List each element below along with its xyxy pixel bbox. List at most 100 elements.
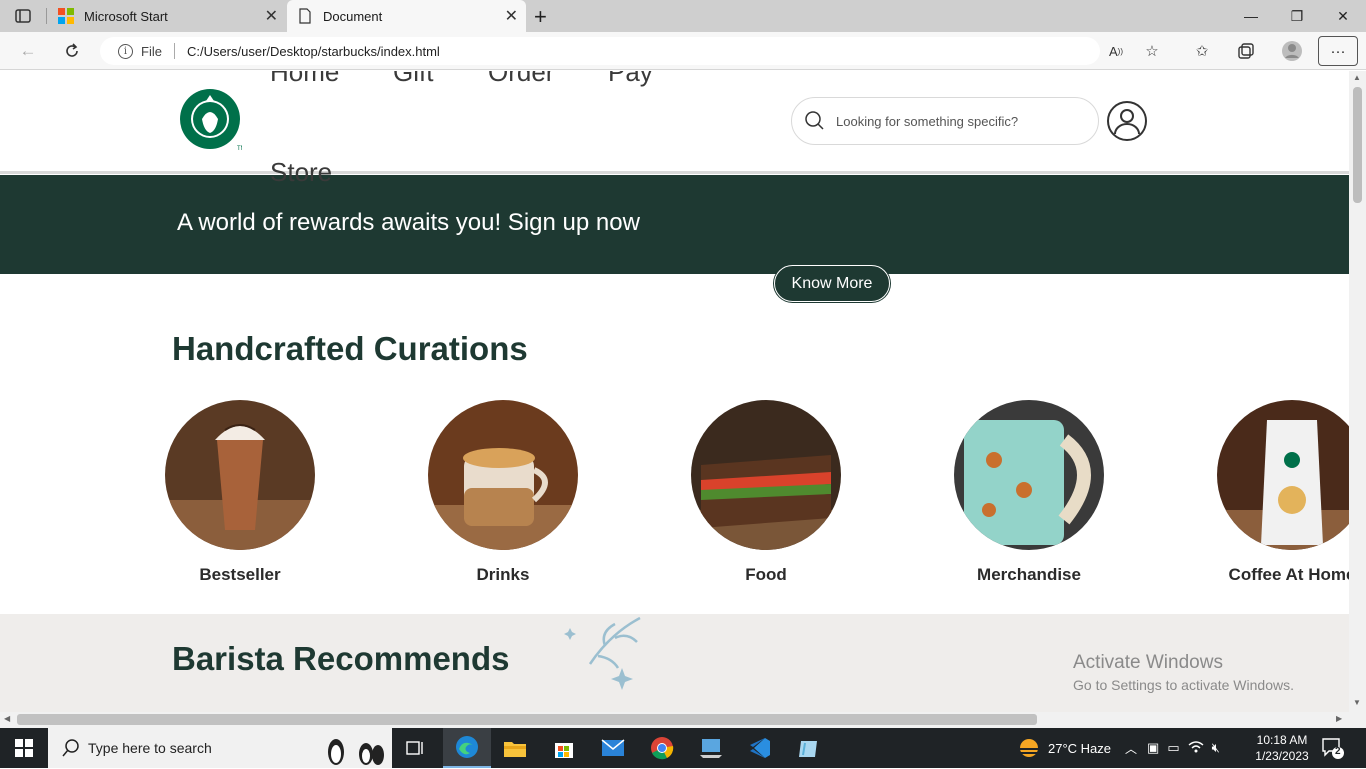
- tab-title: Microsoft Start: [84, 8, 168, 24]
- nav-pay[interactable]: Pay: [608, 71, 653, 88]
- clock[interactable]: 10:18 AM 1/23/2023: [1252, 732, 1312, 764]
- category-label: Food: [745, 565, 787, 584]
- notes-app-icon[interactable]: [785, 728, 833, 768]
- bestseller-image[interactable]: [165, 400, 315, 550]
- penguins-icon: [320, 730, 390, 766]
- starbucks-logo[interactable]: TM: [180, 89, 246, 152]
- drinks-image[interactable]: [428, 400, 578, 550]
- desktop-app-icon[interactable]: [687, 728, 735, 768]
- address-bar[interactable]: i File C:/Users/user/Desktop/starbucks/i…: [100, 37, 1100, 65]
- mail-icon[interactable]: [589, 728, 637, 768]
- nav-home[interactable]: Home: [270, 71, 339, 88]
- add-favorite-icon[interactable]: ☆: [1141, 40, 1163, 62]
- edge-app-icon[interactable]: [443, 728, 491, 768]
- coffee-at-home-image[interactable]: [1217, 400, 1349, 550]
- read-aloud-icon[interactable]: A)): [1105, 40, 1127, 62]
- vertical-scrollbar[interactable]: ▲ ▼: [1349, 71, 1366, 712]
- search-input[interactable]: [836, 113, 1076, 129]
- category-merchandise[interactable]: Merchandise: [929, 400, 1129, 585]
- taskbar-search[interactable]: Type here to search: [48, 728, 392, 768]
- tab-divider: [46, 8, 47, 24]
- tab-document[interactable]: Document ✕: [287, 0, 526, 32]
- nav-store[interactable]: Store: [270, 157, 332, 188]
- scroll-left-icon[interactable]: ◀: [4, 714, 10, 723]
- microsoft-logo-icon: [58, 8, 74, 24]
- rewards-banner: A world of rewards awaits you! Sign up n…: [0, 175, 1349, 274]
- scheme-label: File: [141, 43, 162, 59]
- volume-muted-icon[interactable]: 🔇︎: [1212, 740, 1220, 756]
- url-text[interactable]: C:/Users/user/Desktop/starbucks/index.ht…: [187, 44, 440, 59]
- clock-time: 10:18 AM: [1256, 733, 1308, 747]
- browser-tab-bar: Microsoft Start ✕ Document ✕ + — ❐ ✕: [0, 0, 1366, 32]
- nav-order[interactable]: Order: [488, 71, 554, 88]
- document-icon: [297, 8, 313, 24]
- category-label: Merchandise: [977, 565, 1081, 584]
- category-drinks[interactable]: Drinks: [403, 400, 603, 585]
- profile-avatar-icon[interactable]: [1281, 40, 1303, 62]
- wifi-icon[interactable]: [1188, 740, 1204, 757]
- page-viewport: Home Gift Order Pay TM A world of reward…: [0, 71, 1349, 712]
- merchandise-image[interactable]: [954, 400, 1104, 550]
- header-divider: [0, 171, 1349, 174]
- tab-title: Document: [323, 8, 383, 24]
- weather-text[interactable]: 27°C Haze: [1048, 741, 1111, 756]
- vscode-icon[interactable]: [736, 728, 784, 768]
- search-box[interactable]: [791, 97, 1099, 145]
- new-tab-icon[interactable]: +: [534, 4, 554, 29]
- microsoft-store-icon[interactable]: [540, 728, 588, 768]
- category-label: Drinks: [476, 565, 530, 584]
- windows-start-icon[interactable]: [0, 728, 48, 768]
- close-window-icon[interactable]: ✕: [1320, 0, 1366, 32]
- category-bestseller[interactable]: Bestseller: [140, 400, 340, 585]
- svg-text:TM: TM: [237, 146, 242, 151]
- task-view-icon[interactable]: [392, 728, 440, 768]
- device-icon[interactable]: ▣: [1147, 740, 1159, 756]
- windows-taskbar: Type here to search 27°C Haze ︿ ▣ ▭ 🔇︎ 1…: [0, 728, 1366, 768]
- watermark-title: Activate Windows: [1073, 652, 1223, 673]
- weather-icon[interactable]: [1016, 735, 1042, 761]
- favorites-icon[interactable]: ✩: [1191, 40, 1213, 62]
- file-explorer-icon[interactable]: [491, 728, 539, 768]
- category-food[interactable]: Food: [666, 400, 866, 585]
- category-label: Bestseller: [199, 565, 281, 584]
- activate-windows-watermark: Activate Windows Go to Settings to activ…: [1073, 652, 1294, 693]
- scroll-up-icon[interactable]: ▲: [1353, 73, 1361, 82]
- show-hidden-icons-icon[interactable]: ︿: [1125, 740, 1137, 757]
- settings-more-icon[interactable]: ···: [1318, 36, 1358, 66]
- address-separator: [173, 43, 175, 59]
- food-image[interactable]: [691, 400, 841, 550]
- banner-text: A world of rewards awaits you! Sign up n…: [177, 209, 640, 236]
- scroll-down-icon[interactable]: ▼: [1353, 698, 1361, 707]
- taskbar-search-placeholder: Type here to search: [88, 740, 212, 756]
- notification-center-icon[interactable]: 2: [1320, 736, 1344, 760]
- battery-icon[interactable]: ▭: [1167, 740, 1179, 756]
- tab-microsoft-start[interactable]: Microsoft Start ✕: [48, 0, 286, 32]
- system-tray: 27°C Haze ︿ ▣ ▭ 🔇︎: [1016, 728, 1220, 768]
- section-title: Handcrafted Curations: [172, 330, 528, 367]
- horizontal-scrollbar[interactable]: ◀ ▶: [0, 712, 1366, 728]
- nav-gift[interactable]: Gift: [393, 71, 433, 88]
- vertical-scroll-thumb[interactable]: [1353, 87, 1362, 203]
- watermark-subtitle: Go to Settings to activate Windows.: [1073, 677, 1294, 693]
- notification-count: 2: [1335, 746, 1341, 757]
- clock-date: 1/23/2023: [1255, 749, 1309, 763]
- barista-title: Barista Recommends: [172, 640, 510, 677]
- back-icon[interactable]: ←: [14, 38, 42, 64]
- close-tab-icon[interactable]: ✕: [505, 6, 518, 26]
- know-more-button[interactable]: Know More: [774, 265, 890, 302]
- close-tab-icon[interactable]: ✕: [265, 6, 278, 26]
- restore-icon[interactable]: ❐: [1274, 0, 1320, 32]
- chrome-icon[interactable]: [638, 728, 686, 768]
- site-info-icon[interactable]: i: [118, 43, 133, 59]
- search-icon: [800, 107, 828, 135]
- account-icon[interactable]: [1106, 100, 1148, 142]
- collections-icon[interactable]: [1235, 40, 1257, 62]
- category-coffee-at-home[interactable]: Coffee At Home: [1192, 400, 1349, 585]
- minimize-icon[interactable]: —: [1228, 0, 1274, 32]
- search-icon: [62, 739, 80, 757]
- refresh-icon[interactable]: [58, 38, 86, 64]
- scroll-right-icon[interactable]: ▶: [1336, 714, 1342, 723]
- leaf-decoration-icon: [560, 614, 650, 690]
- tab-actions-icon[interactable]: [14, 8, 32, 24]
- horizontal-scroll-thumb[interactable]: [17, 714, 1037, 725]
